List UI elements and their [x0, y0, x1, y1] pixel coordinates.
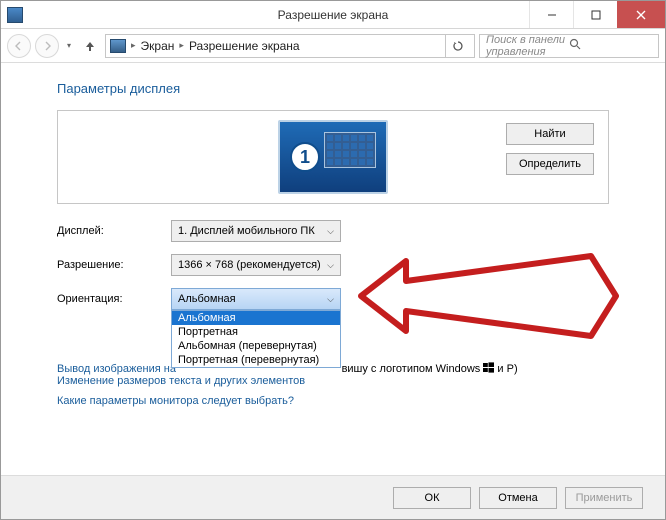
orientation-option-landscape[interactable]: Альбомная: [172, 311, 340, 325]
row-resolution: Разрешение: 1366 × 768 (рекомендуется) ⌵: [57, 254, 609, 276]
orientation-select-value: Альбомная: [178, 293, 236, 305]
monitor-number-badge: 1: [290, 142, 320, 172]
close-button[interactable]: [617, 1, 665, 28]
refresh-button[interactable]: [445, 35, 470, 57]
orientation-select[interactable]: Альбомная ⌵ Альбомная Портретная Альбомн…: [171, 288, 341, 310]
display-select-value: 1. Дисплей мобильного ПК: [178, 225, 315, 237]
orientation-option-portrait[interactable]: Портретная: [172, 325, 340, 339]
resolution-select[interactable]: 1366 × 768 (рекомендуется) ⌵: [171, 254, 341, 276]
breadcrumb-current[interactable]: Разрешение экрана: [189, 39, 300, 53]
history-dropdown-icon[interactable]: ▾: [63, 41, 75, 50]
projection-link[interactable]: Вывод изображения на: [57, 363, 176, 375]
orientation-option-landscape-flipped[interactable]: Альбомная (перевернутая): [172, 339, 340, 353]
chevron-right-icon: ▸: [128, 40, 139, 51]
detect-button[interactable]: Определить: [506, 153, 594, 175]
search-input[interactable]: Поиск в панели управления: [479, 34, 659, 58]
page-heading: Параметры дисплея: [57, 81, 609, 96]
ok-button[interactable]: ОК: [393, 487, 471, 509]
display-select[interactable]: 1. Дисплей мобильного ПК ⌵: [171, 220, 341, 242]
app-icon: [7, 7, 23, 23]
content-area: Параметры дисплея 1 Найти Определить Дис…: [1, 63, 665, 415]
search-placeholder: Поиск в панели управления: [486, 34, 569, 58]
text-size-link[interactable]: Изменение размеров текста и других элеме…: [57, 375, 305, 387]
chevron-down-icon: ⌵: [327, 226, 334, 237]
orientation-option-portrait-flipped[interactable]: Портретная (перевернутая): [172, 353, 340, 367]
display-icon: [110, 39, 126, 53]
apply-button[interactable]: Применить: [565, 487, 643, 509]
monitor-preview[interactable]: 1: [278, 120, 388, 194]
footer: ОК Отмена Применить: [1, 475, 665, 519]
breadcrumb-root[interactable]: Экран: [141, 39, 175, 53]
orientation-label: Ориентация:: [57, 293, 171, 305]
windows-logo-icon: [483, 362, 494, 373]
cancel-button[interactable]: Отмена: [479, 487, 557, 509]
find-button[interactable]: Найти: [506, 123, 594, 145]
titlebar: Разрешение экрана: [1, 1, 665, 29]
chevron-down-icon: ⌵: [327, 260, 334, 271]
search-icon[interactable]: [569, 38, 652, 53]
minimize-button[interactable]: [529, 1, 573, 28]
navbar: ▾ ▸ Экран ▸ Разрешение экрана Поиск в па…: [1, 29, 665, 63]
monitor-grid-icon: [324, 132, 376, 168]
chevron-down-icon: ⌵: [327, 294, 334, 305]
which-monitor-link[interactable]: Какие параметры монитора следует выбрать…: [57, 395, 294, 407]
chevron-right-icon: ▸: [176, 40, 187, 51]
row-display: Дисплей: 1. Дисплей мобильного ПК ⌵: [57, 220, 609, 242]
maximize-button[interactable]: [573, 1, 617, 28]
row-orientation: Ориентация: Альбомная ⌵ Альбомная Портре…: [57, 288, 609, 310]
forward-button[interactable]: [35, 34, 59, 58]
resolution-select-value: 1366 × 768 (рекомендуется): [178, 259, 321, 271]
window-buttons: [529, 1, 665, 28]
resolution-label: Разрешение:: [57, 259, 171, 271]
orientation-dropdown-list: Альбомная Портретная Альбомная (переверн…: [171, 310, 341, 368]
breadcrumb[interactable]: ▸ Экран ▸ Разрешение экрана: [105, 34, 475, 58]
up-button[interactable]: [79, 35, 101, 57]
monitor-preview-panel: 1 Найти Определить: [57, 110, 609, 204]
display-label: Дисплей:: [57, 225, 171, 237]
links-block: Вывод изображения на xxxxxxxxxxxxxxxxxxx…: [57, 362, 609, 415]
back-button[interactable]: [7, 34, 31, 58]
